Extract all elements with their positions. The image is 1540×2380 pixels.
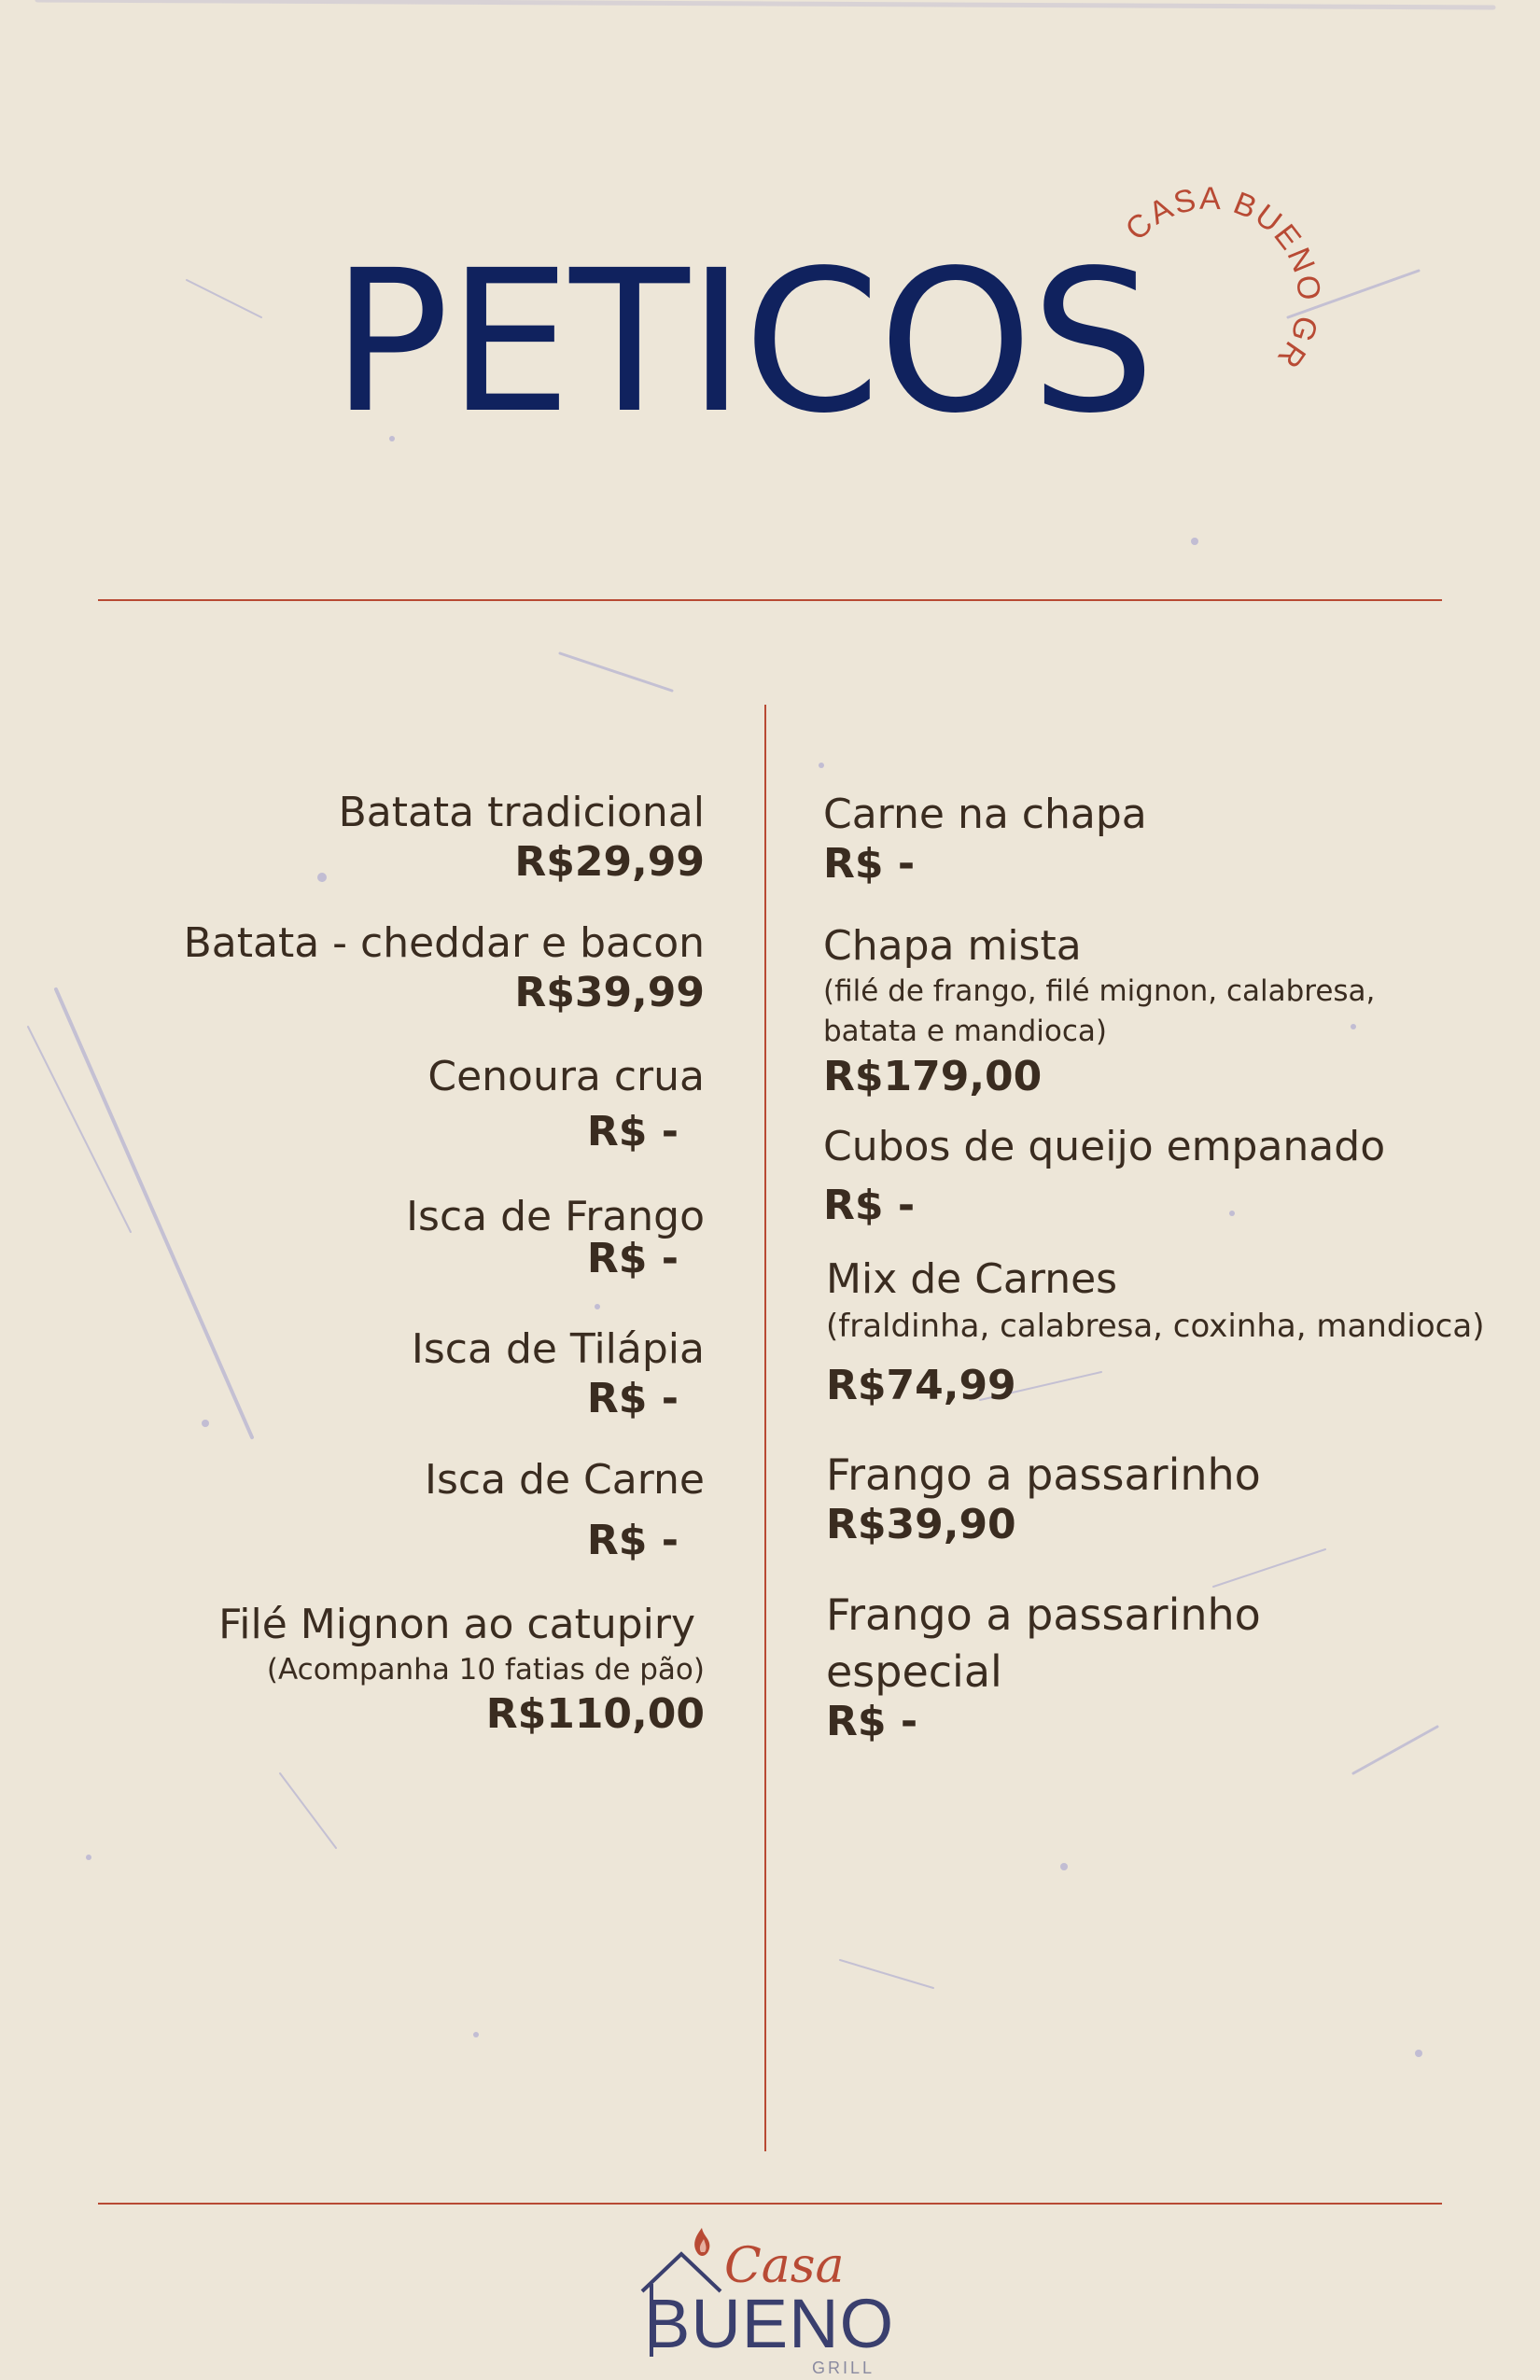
item-price: R$29,99 <box>514 837 705 886</box>
item-price: R$39,90 <box>826 1501 1016 1549</box>
item-description: (fraldinha, calabresa, coxinha, mandioca… <box>826 1307 1485 1345</box>
menu-item: Carne na chapa R$ - <box>823 791 1147 889</box>
item-name: Filé Mignon ao catupiry <box>218 1601 695 1648</box>
item-price: R$39,99 <box>514 968 705 1016</box>
top-divider <box>98 599 1442 601</box>
item-name: Mix de Carnes <box>826 1255 1118 1303</box>
item-name: Batata - cheddar e bacon <box>183 919 705 967</box>
item-name-continued: especial <box>826 1646 1002 1698</box>
item-price: R$ - <box>826 1698 918 1746</box>
item-price: R$ - <box>586 1516 679 1564</box>
menu-item: Mix de Carnes (fraldinha, calabresa, cox… <box>826 1255 1484 1411</box>
menu-item: Isca de Carne R$ - <box>425 1456 705 1566</box>
item-description: (filé de frango, filé mignon, calabresa, <box>823 973 1376 1008</box>
item-name: Batata tradicional <box>338 789 705 836</box>
menu-item: Frango a passarinho R$39,90 <box>826 1449 1261 1550</box>
item-name: Chapa mista <box>823 922 1082 970</box>
item-name: Cenoura crua <box>427 1053 705 1100</box>
casa-bueno-logo: Casa BUENO GRILL <box>640 2228 894 2377</box>
menu-item: Chapa mista (filé de frango, filé mignon… <box>823 922 1375 1101</box>
item-description: (Acompanha 10 fatias de pão) <box>266 1652 705 1687</box>
logo-grill-text: GRILL <box>812 2359 875 2377</box>
column-divider <box>764 705 766 2151</box>
item-price: R$ - <box>586 1374 679 1422</box>
item-price: R$ - <box>823 839 916 888</box>
item-price: R$110,00 <box>485 1690 705 1739</box>
menu-item: Isca de Frango R$ - <box>406 1193 705 1284</box>
menu-item: Frango a passarinho especial R$ - <box>826 1589 1261 1747</box>
menu-item: Batata - cheddar e bacon R$39,99 <box>184 919 705 1018</box>
item-description: batata e mandioca) <box>823 1015 1107 1049</box>
item-name: Cubos de queijo empanado <box>823 1123 1386 1170</box>
item-name: Frango a passarinho <box>826 1449 1261 1500</box>
item-price: R$ - <box>823 1181 916 1229</box>
menu-item: Cubos de queijo empanado R$ - <box>823 1123 1385 1231</box>
menu-item: Cenoura crua R$ - <box>427 1053 705 1157</box>
item-price: R$74,99 <box>826 1362 1016 1410</box>
menu-item: Isca de Tilápia R$ - <box>412 1325 705 1424</box>
flame-icon <box>694 2228 710 2256</box>
menu-item: Batata tradicional R$29,99 <box>339 789 705 888</box>
item-name: Isca de Carne <box>425 1456 705 1504</box>
menu-item: Filé Mignon ao catupiry (Acompanha 10 fa… <box>218 1601 705 1740</box>
badge-text: CASA BUENO GRILL <box>1092 131 1325 375</box>
item-name: Carne na chapa <box>823 791 1147 838</box>
page-title: PETICOS <box>331 228 1155 456</box>
svg-text:CASA BUENO GRILL: CASA BUENO GRILL <box>1092 131 1327 375</box>
item-price: R$ - <box>586 1107 679 1155</box>
casa-bueno-grill-badge: CASA BUENO GRILL <box>1092 131 1327 375</box>
item-name: Frango a passarinho <box>826 1589 1261 1640</box>
item-name: Isca de Tilápia <box>411 1325 705 1373</box>
item-price: R$179,00 <box>823 1052 1043 1100</box>
logo-bueno-text: BUENO <box>644 2285 894 2362</box>
bottom-divider <box>98 2203 1442 2205</box>
